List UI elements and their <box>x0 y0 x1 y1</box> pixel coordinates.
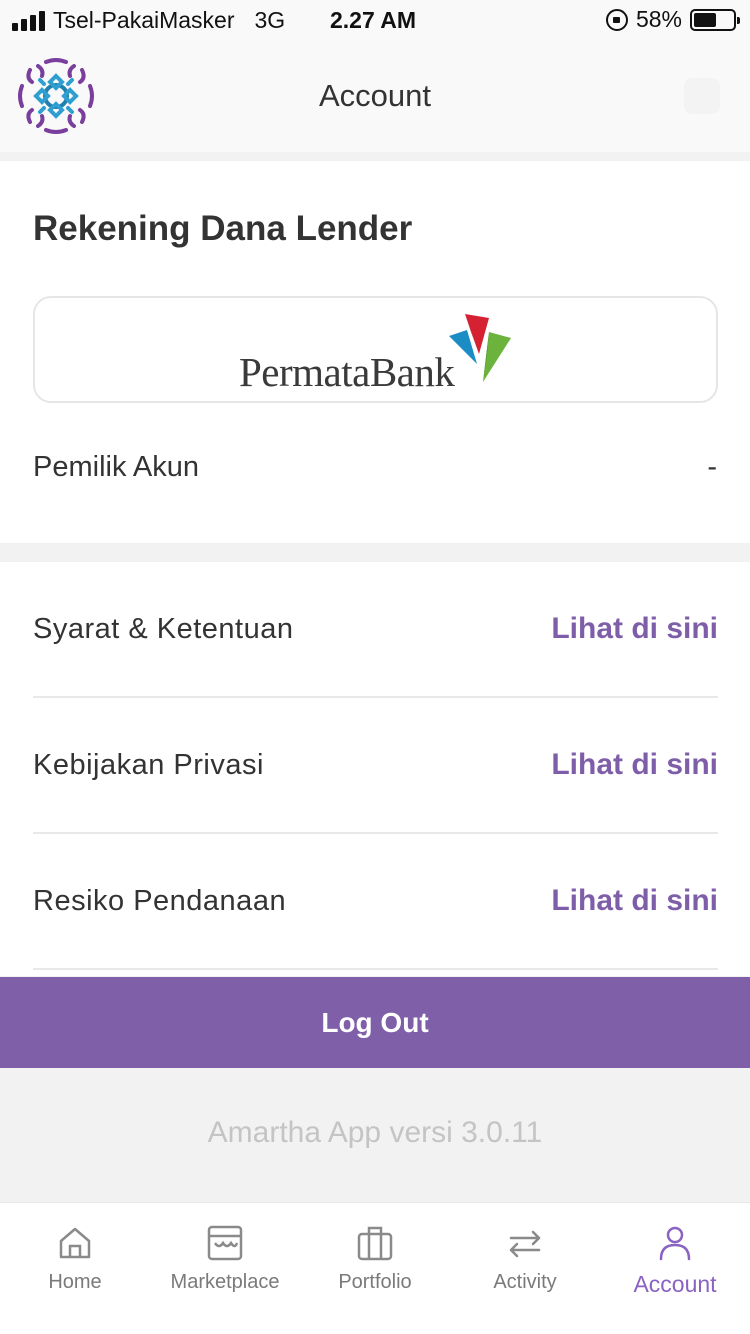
activity-icon <box>509 1230 541 1258</box>
carrier-name: Tsel-PakaiMasker <box>53 7 235 33</box>
terms-row[interactable]: Syarat & Ketentuan Lihat di sini <box>33 562 718 698</box>
battery-icon <box>690 8 740 31</box>
bank-logo-text: PermataBank <box>239 349 455 395</box>
battery-percent: 58% <box>635 6 682 32</box>
privacy-row[interactable]: Kebijakan Privasi Lihat di sini <box>33 698 718 834</box>
risk-label: Resiko Pendanaan <box>33 884 287 917</box>
tab-marketplace[interactable]: Marketplace <box>150 1203 300 1334</box>
terms-link[interactable]: Lihat di sini <box>551 612 718 646</box>
risk-row[interactable]: Resiko Pendanaan Lihat di sini <box>33 834 718 970</box>
bottom-tab-bar: Home Marketplace Portfolio Activity Acco… <box>0 1202 750 1334</box>
tab-label: Marketplace <box>170 1271 280 1293</box>
permata-emblem-icon <box>449 314 511 382</box>
tab-activity[interactable]: Activity <box>450 1203 600 1334</box>
section-title: Rekening Dana Lender <box>33 209 413 248</box>
home-icon <box>59 1227 91 1259</box>
account-icon <box>659 1226 691 1261</box>
legal-links-section: Syarat & Ketentuan Lihat di sini Kebijak… <box>0 562 750 976</box>
faded-header-icon <box>684 78 720 114</box>
tab-label: Activity <box>493 1271 557 1293</box>
tab-label: Portfolio <box>338 1271 412 1293</box>
marketplace-icon <box>207 1225 243 1261</box>
status-time: 2.27 AM <box>330 7 417 33</box>
risk-link[interactable]: Lihat di sini <box>551 884 718 918</box>
owner-value: - <box>707 451 717 483</box>
terms-label: Syarat & Ketentuan <box>33 612 294 645</box>
portfolio-icon <box>357 1226 393 1261</box>
bank-account-section: Rekening Dana Lender PermataBank Pemilik… <box>0 161 750 543</box>
tab-label: Home <box>48 1271 102 1293</box>
battery-fill <box>694 12 717 27</box>
tab-home[interactable]: Home <box>0 1203 150 1334</box>
app-header: Account <box>0 40 750 152</box>
privacy-label: Kebijakan Privasi <box>33 748 264 781</box>
tab-portfolio[interactable]: Portfolio <box>300 1203 450 1334</box>
orientation-lock-icon <box>605 8 628 31</box>
page-title: Account <box>318 78 431 113</box>
app-version: Amartha App versi 3.0.11 <box>207 1116 543 1149</box>
bank-card: PermataBank <box>33 296 718 403</box>
network-type: 3G <box>254 7 286 33</box>
privacy-link[interactable]: Lihat di sini <box>551 748 718 782</box>
logout-button[interactable]: Log Out <box>0 977 750 1068</box>
owner-label: Pemilik Akun <box>33 451 200 483</box>
status-bar: Tsel-PakaiMasker 3G 2.27 AM 58% <box>0 0 750 40</box>
tab-label: Account <box>633 1271 717 1297</box>
tab-account[interactable]: Account <box>600 1203 750 1334</box>
account-owner-row: Pemilik Akun - <box>33 451 717 484</box>
signal-icon <box>12 10 45 31</box>
